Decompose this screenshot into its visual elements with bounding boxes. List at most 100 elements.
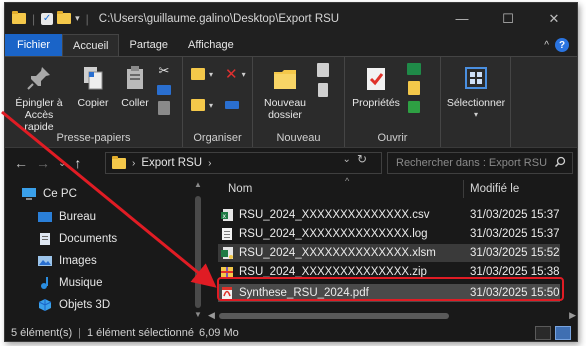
- new-item-icon[interactable]: [317, 63, 329, 77]
- navigation-pane: Ce PC Bureau Documents Images Musique Ob…: [5, 178, 205, 323]
- folder-icon: [112, 155, 126, 169]
- title-bar: | ✓ ▾ | C:\Users\guillaume.galino\Deskto…: [5, 3, 577, 34]
- forward-button[interactable]: →: [36, 155, 50, 171]
- nav-item-bureau[interactable]: Bureau: [37, 206, 96, 228]
- easy-access-icon[interactable]: [318, 83, 328, 97]
- delete-icon[interactable]: ✕: [225, 65, 238, 83]
- copy-icon: [78, 63, 108, 93]
- select-dropdown-icon[interactable]: ▾: [443, 109, 509, 121]
- collapse-ribbon-icon[interactable]: ^: [544, 40, 549, 51]
- properties-icon: [361, 63, 391, 93]
- maximize-button[interactable]: ☐: [485, 3, 531, 34]
- excel-csv-icon: x: [221, 209, 233, 221]
- group-label-open: Ouvrir: [377, 132, 408, 144]
- properties-button[interactable]: Propriétés: [349, 63, 403, 109]
- scroll-down-icon[interactable]: ▼: [194, 310, 202, 319]
- chevron-right-icon[interactable]: ›: [208, 158, 211, 169]
- excel-macro-icon: [221, 247, 233, 259]
- properties-quick-icon[interactable]: ✓: [41, 12, 54, 25]
- copy-button[interactable]: Copier: [73, 63, 113, 109]
- group-clipboard: Épingler à Accès rapide Copier Coller ✂: [5, 57, 183, 147]
- file-row[interactable]: RSU_2024_XXXXXXXXXXXXXX.xlsm 31/03/2025 …: [218, 244, 560, 262]
- back-button[interactable]: ←: [14, 155, 28, 171]
- tab-fichier[interactable]: Fichier: [5, 34, 63, 56]
- edit-icon[interactable]: [408, 81, 420, 95]
- address-input[interactable]: › Export RSU ›: [105, 152, 382, 174]
- svg-text:x: x: [223, 213, 227, 220]
- select-button[interactable]: Sélectionner ▾: [443, 63, 509, 121]
- group-open: Propriétés Ouvrir: [345, 57, 441, 147]
- nav-item-objets-3d[interactable]: Objets 3D: [37, 294, 110, 316]
- nav-item-images[interactable]: Images: [37, 250, 97, 272]
- pin-icon: [24, 63, 54, 93]
- folder-icon: [12, 11, 26, 24]
- group-label-organize: Organiser: [193, 132, 242, 144]
- move-to-icon[interactable]: [191, 68, 205, 80]
- file-list-header: ^ Nom Modifié le: [205, 176, 577, 200]
- details-view-icon[interactable]: [535, 326, 551, 340]
- copy-to-icon[interactable]: [191, 99, 205, 111]
- nav-pane-scrollbar[interactable]: ▲ ▼: [191, 178, 205, 323]
- cut-icon[interactable]: ✂: [159, 63, 170, 79]
- copy-path-icon[interactable]: [157, 85, 171, 95]
- large-icons-view-icon[interactable]: [555, 326, 571, 340]
- nav-item-documents[interactable]: Documents: [37, 228, 117, 250]
- paste-shortcut-icon[interactable]: [158, 101, 170, 115]
- history-icon[interactable]: [408, 101, 420, 113]
- chevron-right-icon[interactable]: ›: [132, 158, 135, 169]
- objects3d-icon: [38, 299, 52, 311]
- search-input[interactable]: Rechercher dans : Export RSU: [387, 152, 573, 174]
- scrollbar-thumb[interactable]: [219, 313, 449, 319]
- highlight-annotation-box: [217, 277, 564, 301]
- pin-quick-access-button[interactable]: Épingler à Accès rapide: [9, 63, 69, 133]
- group-label-new: Nouveau: [276, 132, 321, 144]
- new-folder-quick-icon[interactable]: [57, 11, 72, 24]
- quick-access-toolbar: | ✓ ▾ |: [5, 11, 91, 26]
- status-item-count: 5 élément(s): [11, 327, 73, 339]
- paste-icon: [120, 63, 150, 93]
- file-list-horizontal-scrollbar[interactable]: ◀ ▶: [205, 309, 577, 323]
- scroll-left-icon[interactable]: ◀: [208, 310, 215, 321]
- breadcrumb-folder[interactable]: Export RSU: [141, 157, 202, 169]
- close-button[interactable]: ✕: [531, 3, 577, 34]
- pc-icon: [22, 188, 36, 200]
- window-controls: — ☐ ✕: [439, 3, 577, 34]
- search-icon: [554, 156, 566, 168]
- column-header-modified[interactable]: Modifié le: [470, 183, 519, 195]
- status-bar: 5 élément(s) | 1 élément sélectionné 6,0…: [5, 323, 577, 341]
- scroll-right-icon[interactable]: ▶: [569, 310, 576, 321]
- address-bar-row: ← → ⌄ ↑ › Export RSU › ⌄ ↻ Rechercher da…: [5, 148, 577, 178]
- images-icon: [38, 256, 52, 266]
- column-header-name[interactable]: Nom: [228, 183, 252, 195]
- refresh-icon[interactable]: ↻: [357, 152, 367, 166]
- nav-item-musique[interactable]: Musique: [37, 272, 102, 294]
- documents-icon: [40, 233, 50, 245]
- tab-accueil[interactable]: Accueil: [62, 34, 120, 56]
- group-select: Sélectionner ▾: [441, 57, 511, 147]
- minimize-button[interactable]: —: [439, 3, 485, 34]
- new-folder-button[interactable]: Nouveau dossier: [259, 63, 311, 121]
- ribbon: Épingler à Accès rapide Copier Coller ✂: [5, 56, 577, 148]
- paste-button[interactable]: Coller: [117, 63, 153, 109]
- open-with-icon[interactable]: [407, 63, 421, 75]
- tab-partage[interactable]: Partage: [119, 34, 178, 56]
- status-size: 6,09 Mo: [199, 327, 239, 339]
- recent-locations-button[interactable]: ⌄: [58, 158, 66, 169]
- status-selection: 1 élément sélectionné: [87, 327, 195, 339]
- text-file-icon: [222, 228, 232, 240]
- scroll-up-icon[interactable]: ▲: [194, 180, 202, 189]
- file-row[interactable]: RSU_2024_XXXXXXXXXXXXXX.log 31/03/2025 1…: [218, 225, 560, 243]
- nav-item-ce-pc[interactable]: Ce PC: [21, 183, 77, 205]
- file-row[interactable]: x RSU_2024_XXXXXXXXXXXXXX.csv 31/03/2025…: [218, 206, 560, 224]
- up-button[interactable]: ↑: [74, 155, 81, 171]
- address-history-icon[interactable]: ⌄: [343, 154, 351, 165]
- desktop-icon: [38, 212, 52, 222]
- customize-quick-access-icon[interactable]: ▾: [75, 13, 80, 24]
- rename-icon[interactable]: [225, 101, 240, 109]
- tab-affichage[interactable]: Affichage: [178, 34, 244, 56]
- help-icon[interactable]: ?: [555, 38, 569, 52]
- scrollbar-thumb[interactable]: [195, 196, 201, 308]
- group-new: Nouveau dossier Nouveau: [253, 57, 345, 147]
- music-icon: [41, 277, 48, 289]
- select-grid-icon: [461, 63, 491, 93]
